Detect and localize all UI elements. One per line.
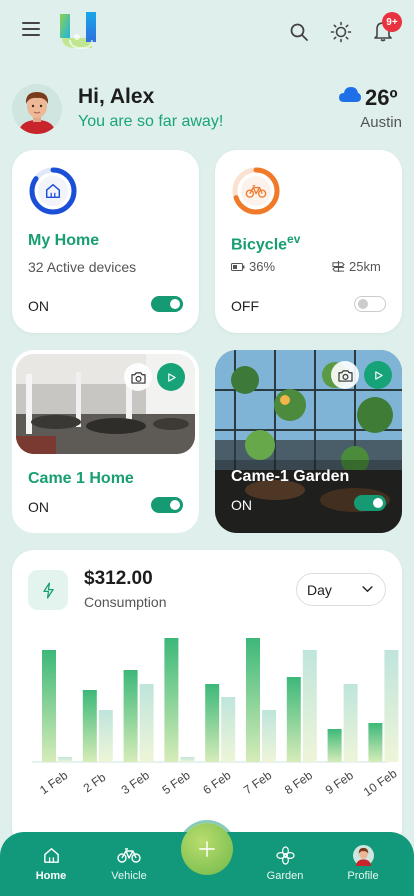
chart-bar <box>384 650 399 762</box>
chart-tick-label: 9 Feb <box>323 768 356 797</box>
menu-icon[interactable] <box>22 22 40 40</box>
camera-garden-title: Came-1 Garden <box>231 468 350 485</box>
play-icon <box>374 370 383 380</box>
signpost-icon <box>332 260 345 273</box>
chart-bar <box>302 650 317 762</box>
avatar-icon <box>352 844 374 866</box>
camera-garden-toggle[interactable] <box>354 495 386 511</box>
chart-bar <box>58 757 72 762</box>
chart-bar <box>343 684 358 762</box>
nav-garden-label: Garden <box>266 870 304 882</box>
bicycle-card-status: OFF <box>231 298 259 314</box>
nav-profile[interactable]: Profile <box>328 832 398 896</box>
greeting-subtitle: You are so far away! <box>78 113 224 130</box>
home-icon <box>43 847 59 863</box>
chart-tick-label: 3 Feb <box>119 768 152 797</box>
battery-level: 36% <box>249 259 276 274</box>
consumption-label: Consumption <box>84 594 167 610</box>
battery-icon <box>231 262 245 271</box>
camera-icon <box>337 369 353 382</box>
period-select[interactable]: Day <box>296 573 386 606</box>
avatar[interactable] <box>12 84 62 134</box>
consumption-value: $312.00 <box>84 568 153 589</box>
camera-home-toggle[interactable] <box>151 497 183 513</box>
home-toggle[interactable] <box>151 296 183 312</box>
sun-icon[interactable] <box>330 21 352 43</box>
flower-icon <box>275 845 295 865</box>
bicycle-distance: 25km <box>332 259 381 274</box>
consumption-chart: 1 Feb 2 Fb 3 Feb 5 Feb 6 Feb 7 Feb 8 Feb 9 Feb 1… <box>32 638 400 799</box>
camera-snapshot-button[interactable] <box>124 363 152 391</box>
app-logo <box>60 12 96 50</box>
camera-icon <box>130 371 146 384</box>
home-card-title: My Home <box>28 232 100 249</box>
bicycle-battery: 36% <box>231 259 275 274</box>
chevron-down-icon <box>362 586 373 592</box>
chart-bar <box>286 677 301 762</box>
top-bar: 9+ <box>0 0 414 64</box>
distance-value: 25km <box>349 259 381 274</box>
nav-vehicle-label: Vehicle <box>111 870 147 882</box>
chart-tick-label: 5 Feb <box>160 768 193 797</box>
chart-bar <box>327 729 342 762</box>
home-card-status: ON <box>28 298 49 314</box>
bicycle-card[interactable]: Bicycleev 36% 25km OFF <box>215 150 402 333</box>
chart-bar <box>368 723 383 762</box>
chart-tick-label: 7 Feb <box>241 768 274 797</box>
chart-bar <box>42 650 56 762</box>
add-button[interactable] <box>181 823 233 875</box>
play-icon <box>167 372 176 382</box>
my-home-card[interactable]: My Home 32 Active devices ON <box>12 150 199 333</box>
chart-bar <box>123 670 138 762</box>
camera-garden-card[interactable]: Came-1 Garden ON <box>215 350 402 533</box>
consumption-card: $312.00 Consumption Day 1 Feb 2 Fb 3 Feb 5 … <box>12 550 402 850</box>
nav-profile-label: Profile <box>347 870 379 882</box>
home-card-subtitle: 32 Active devices <box>28 259 137 275</box>
nav-garden[interactable]: Garden <box>250 832 320 896</box>
bicycle-title-sup: ev <box>287 232 301 246</box>
bicycle-icon <box>117 848 141 863</box>
bicycle-icon <box>245 185 267 198</box>
house-icon <box>45 183 61 199</box>
camera-play-button[interactable] <box>157 363 185 391</box>
chart-bar <box>164 638 179 762</box>
notification-badge: 9+ <box>382 12 402 32</box>
chart-bar <box>139 684 154 762</box>
chart-bar <box>205 684 220 762</box>
chart-bar <box>246 638 260 762</box>
bolt-icon <box>42 582 54 598</box>
period-select-value: Day <box>307 581 332 598</box>
chart-tick-label: 10 Feb <box>361 766 400 799</box>
nav-home-label: Home <box>35 870 67 882</box>
camera-garden-status: ON <box>231 497 252 513</box>
camera-home-title: Came 1 Home <box>28 470 134 487</box>
chart-bar <box>221 697 236 762</box>
bicycle-card-title: Bicycleev <box>231 232 301 254</box>
camera-home-card[interactable]: Came 1 Home ON <box>12 350 199 533</box>
plus-icon <box>199 841 215 857</box>
nav-vehicle[interactable]: Vehicle <box>94 832 164 896</box>
chart-tick-label: 1 Feb <box>37 768 70 797</box>
chart-tick-label: 2 Fb <box>81 770 109 795</box>
garden-snapshot-button[interactable] <box>331 361 359 389</box>
bicycle-toggle[interactable] <box>354 296 386 312</box>
greeting-title: Hi, Alex <box>78 85 155 108</box>
chart-tick-label: 6 Feb <box>200 768 233 797</box>
weather-city: Austin <box>360 114 402 131</box>
chart-bar <box>180 757 195 762</box>
garden-play-button[interactable] <box>364 361 392 389</box>
search-icon[interactable] <box>289 22 309 42</box>
bolt-badge <box>28 570 68 610</box>
weather-temperature: 26º <box>365 85 398 110</box>
nav-home[interactable]: Home <box>16 832 86 896</box>
camera-home-status: ON <box>28 499 49 515</box>
chart-bar <box>262 710 276 762</box>
chart-tick-label: 8 Feb <box>282 768 315 797</box>
chart-bar <box>82 690 97 762</box>
cloud-icon <box>339 87 361 102</box>
chart-bar <box>98 710 113 762</box>
